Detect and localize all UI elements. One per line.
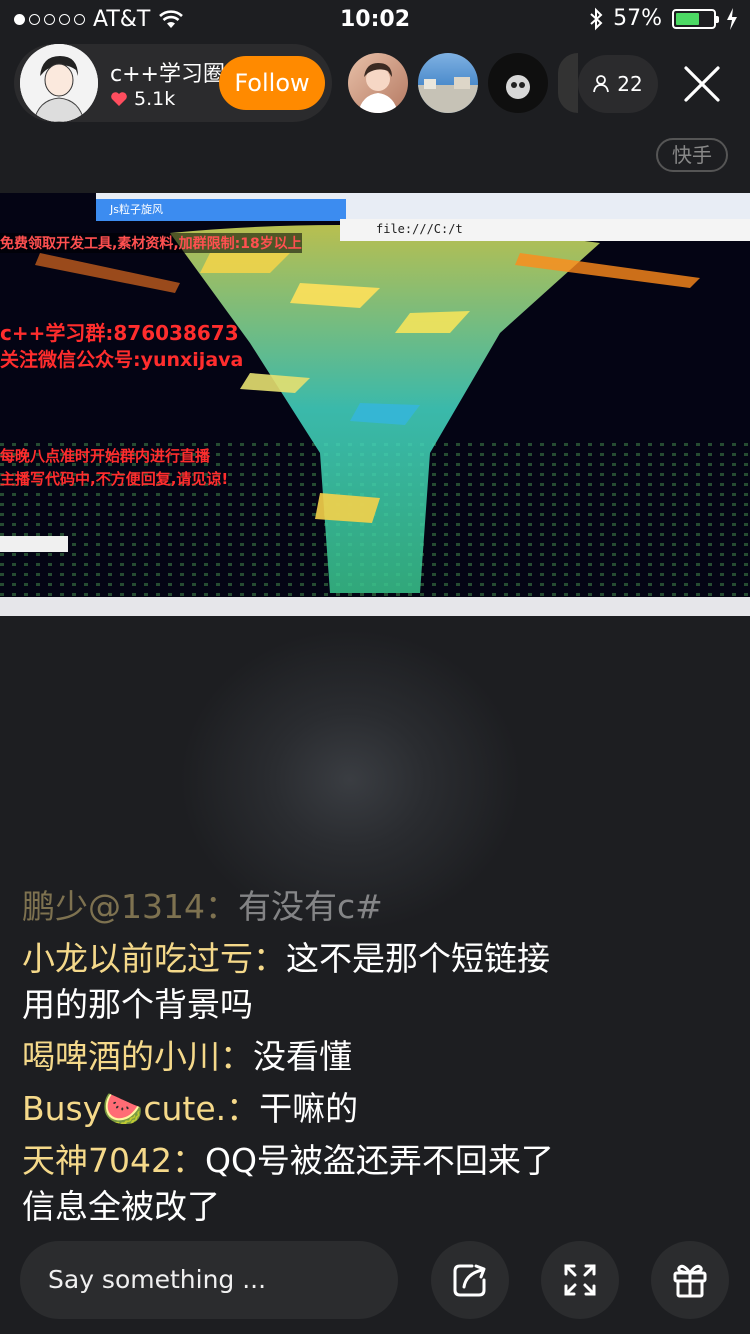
viewer-avatar[interactable] [418, 53, 478, 113]
gift-button[interactable] [651, 1241, 729, 1319]
follow-button[interactable]: Follow [219, 56, 325, 110]
heart-icon [111, 92, 127, 106]
bluetooth-icon [590, 7, 603, 30]
stream-overlay-line: 关注微信公众号:yunxijava [0, 349, 244, 371]
host-likes: 5.1k [110, 88, 175, 110]
viewer-count-badge[interactable]: 22 [578, 55, 658, 113]
host-avatar[interactable] [20, 44, 98, 122]
comment-item: 小龙以前吃过亏：这不是那个短链接用的那个背景吗 [22, 936, 562, 1028]
comment-username[interactable]: 天神7042： [22, 1141, 205, 1180]
platform-badge: 快手 [656, 138, 728, 172]
host-name[interactable]: c++学习圈 [110, 56, 225, 88]
stream-overlay-line: 主播写代码中,不方便回复,请见谅! [0, 470, 229, 488]
stream-overlay-line: 每晚八点准时开始群内进行直播 [0, 447, 211, 465]
close-icon[interactable] [680, 62, 724, 106]
viewer-avatar-partial[interactable] [558, 53, 578, 113]
comment-item: Busy🍉cute.：干嘛的 [22, 1086, 562, 1132]
expand-icon [564, 1264, 596, 1296]
comment-text: 有没有c# [237, 887, 383, 926]
viewer-avatar[interactable] [348, 53, 408, 113]
battery-icon [672, 8, 719, 29]
comment-username[interactable]: Busy🍉cute.： [22, 1089, 259, 1128]
battery-percent: 57% [613, 6, 662, 31]
browser-address-bar: file:///C:/t [340, 219, 750, 241]
status-right: 57% [589, 6, 738, 31]
charging-bolt-icon [727, 7, 737, 30]
comment-list: 鹏少@1314：有没有c# 小龙以前吃过亏：这不是那个短链接用的那个背景吗 喝啤… [22, 886, 562, 1236]
status-bar: AT&T 10:02 57% [0, 0, 750, 40]
comment-text: 干嘛的 [259, 1089, 359, 1128]
fullscreen-button[interactable] [541, 1241, 619, 1319]
live-stream-video[interactable]: Js粒子旋风 file:///C:/t 免费领取开发工具,素材资料,加群限制:1… [0, 193, 750, 616]
stream-overlay-line: 免费领取开发工具,素材资料,加群限制:18岁以上 [0, 233, 302, 253]
desktop-taskbar [0, 597, 750, 616]
comment-text: 没看懂 [253, 1037, 352, 1076]
likes-count: 5.1k [134, 88, 176, 110]
browser-tab: Js粒子旋风 [96, 199, 346, 221]
person-icon [593, 75, 610, 93]
comment-item: 喝啤酒的小川：没看懂 [22, 1034, 562, 1080]
share-button[interactable] [431, 1241, 509, 1319]
particle-tornado-visual [0, 193, 750, 616]
viewer-count: 22 [617, 72, 643, 96]
browser-address: file:///C:/t [376, 222, 463, 236]
comment-username[interactable]: 鹏少@1314： [22, 887, 238, 926]
comment-username[interactable]: 小龙以前吃过亏： [22, 939, 286, 978]
gift-icon [673, 1264, 707, 1298]
comment-item: 鹏少@1314：有没有c# [22, 884, 562, 930]
host-info-panel[interactable]: c++学习圈 5.1k Follow [14, 44, 332, 122]
viewer-avatar[interactable] [488, 53, 548, 113]
comment-item: 天神7042：QQ号被盗还弄不回来了信息全被改了 [22, 1138, 562, 1230]
share-icon [453, 1264, 486, 1297]
comment-input[interactable]: Say something ... [20, 1241, 398, 1319]
desktop-mini-window [0, 536, 68, 552]
comment-username[interactable]: 喝啤酒的小川： [22, 1037, 253, 1076]
stream-overlay-line: c++学习群:876038673 [0, 321, 239, 345]
